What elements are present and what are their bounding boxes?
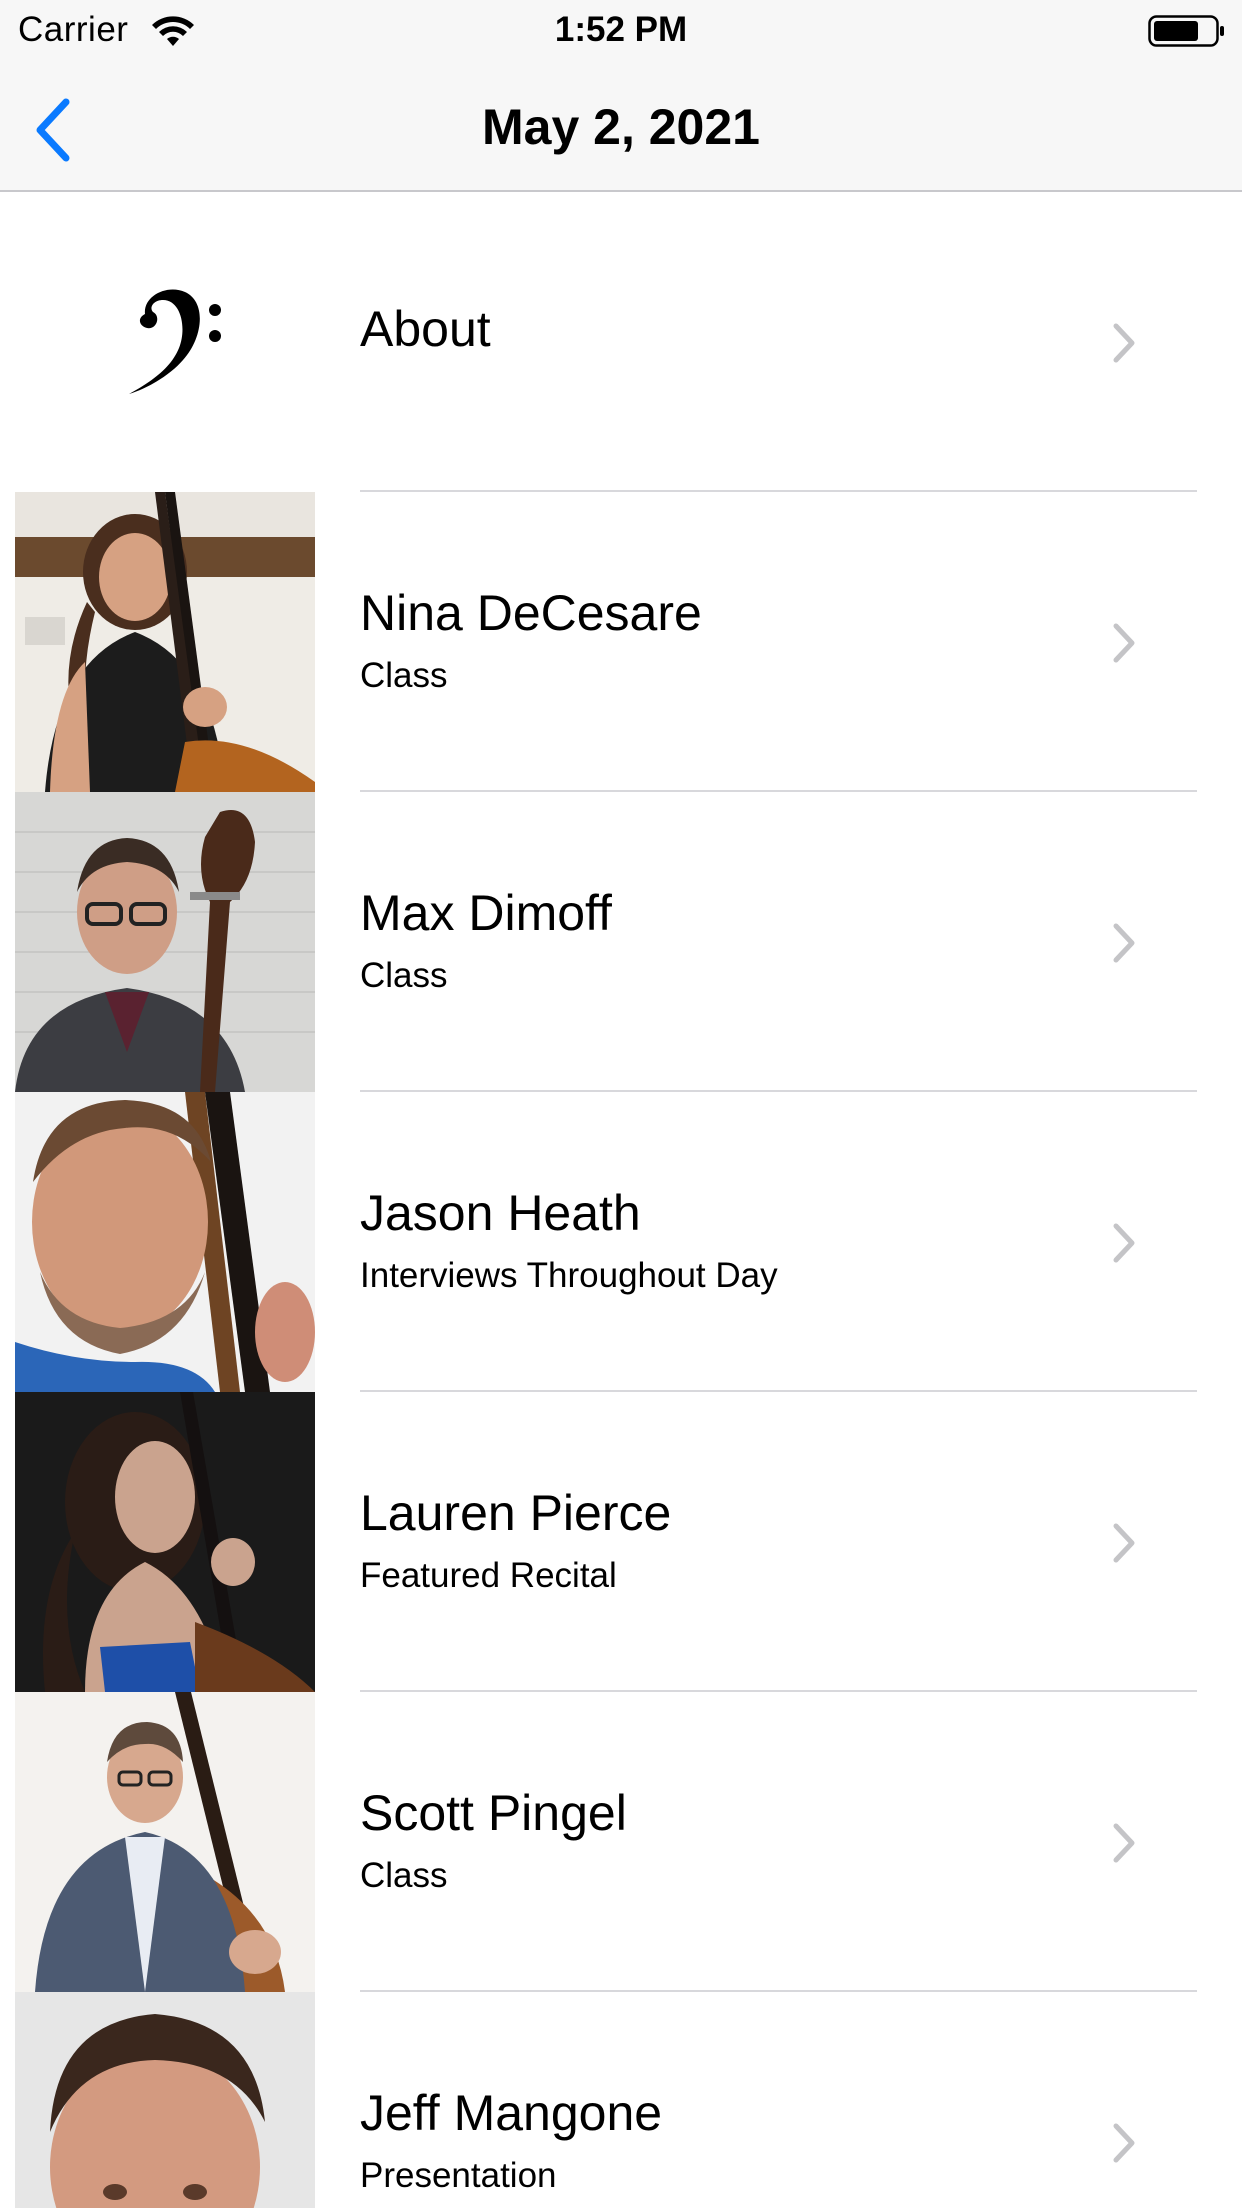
row-subtitle: Class [360, 656, 448, 695]
list-item-scott-pingel[interactable]: Scott Pingel Class [0, 1692, 1242, 1992]
chevron-right-icon [1113, 2123, 1135, 2163]
navigation-bar: May 2, 2021 [0, 60, 1242, 192]
list-item-jeff-mangone[interactable]: Jeff Mangone Presentation [0, 1992, 1242, 2208]
status-bar: Carrier 1:52 PM [0, 0, 1242, 60]
row-title: Nina DeCesare [360, 585, 702, 641]
avatar [15, 1092, 315, 1392]
row-subtitle: Presentation [360, 2156, 557, 2195]
row-title: Jeff Mangone [360, 2085, 663, 2141]
chevron-right-icon [1113, 1823, 1135, 1863]
row-title: Scott Pingel [360, 1785, 627, 1841]
status-time: 1:52 PM [554, 10, 688, 49]
row-subtitle: Class [360, 956, 448, 995]
row-title: Max Dimoff [360, 885, 612, 941]
chevron-right-icon [1113, 923, 1135, 963]
row-title: Jason Heath [360, 1185, 641, 1241]
avatar [15, 1392, 315, 1692]
list-item-about[interactable]: About [0, 192, 1242, 492]
row-subtitle: Featured Recital [360, 1556, 617, 1595]
schedule-list: About Nina DeCesare Class Max Dimoff Cla… [0, 192, 1242, 2208]
bass-clef-icon [129, 289, 221, 394]
list-item-lauren-pierce[interactable]: Lauren Pierce Featured Recital [0, 1392, 1242, 1692]
chevron-right-icon [1113, 1523, 1135, 1563]
list-item-jason-heath[interactable]: Jason Heath Interviews Throughout Day [0, 1092, 1242, 1392]
avatar [15, 792, 315, 1092]
chevron-right-icon [1113, 623, 1135, 663]
row-title: Lauren Pierce [360, 1485, 672, 1541]
avatar [15, 1692, 315, 1992]
page-title: May 2, 2021 [482, 99, 760, 155]
chevron-right-icon [1113, 323, 1135, 363]
avatar [15, 1992, 315, 2208]
list-item-nina-decesare[interactable]: Nina DeCesare Class [0, 492, 1242, 792]
row-subtitle: Class [360, 1856, 448, 1895]
row-subtitle: Interviews Throughout Day [360, 1256, 778, 1295]
avatar [15, 492, 315, 792]
battery-icon [1148, 15, 1224, 47]
list-item-max-dimoff[interactable]: Max Dimoff Class [0, 792, 1242, 1092]
chevron-right-icon [1113, 1223, 1135, 1263]
row-title: About [360, 301, 491, 357]
